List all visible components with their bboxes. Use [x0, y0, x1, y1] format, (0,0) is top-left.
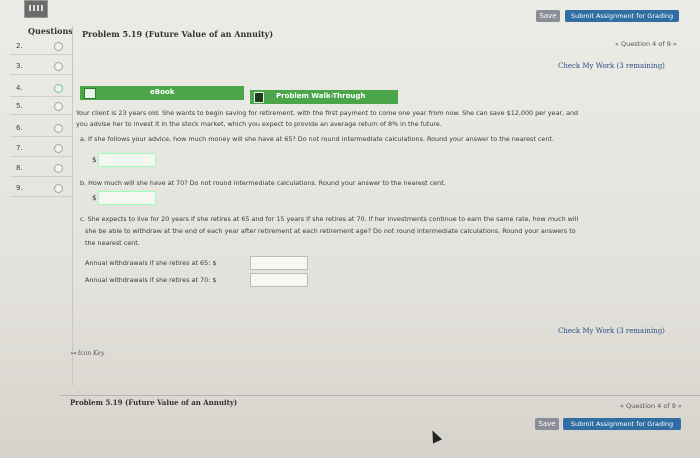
part-c-line-2: she be able to withdraw at the end of ea…	[85, 227, 576, 235]
part-c-line-1: c. She expects to live for 20 years if s…	[80, 215, 579, 223]
part-c-line-3: the nearest cent.	[85, 239, 140, 247]
status-radio-icon	[54, 62, 63, 71]
status-radio-icon	[54, 124, 63, 133]
withdraw-65-label: Annual withdrawals if she retires at 65:…	[85, 259, 217, 267]
save-button[interactable]: Save	[536, 10, 560, 22]
sidebar-item-question-4[interactable]: 4.	[10, 82, 72, 97]
part-b-text: b. How much will she have at 70? Do not …	[80, 179, 446, 187]
status-radio-icon	[54, 144, 63, 153]
sidebar-divider	[72, 26, 73, 386]
answer-a-input[interactable]	[98, 153, 156, 167]
video-icon	[254, 92, 264, 103]
sidebar-item-question-9[interactable]: 9.	[10, 182, 72, 197]
withdraw-70-input[interactable]	[250, 273, 308, 287]
check-my-work-link-bottom[interactable]: Check My Work (3 remaining)	[558, 327, 665, 335]
part-a-text: a. If she follows your advice, how much …	[80, 135, 554, 143]
footer-save-button[interactable]: Save	[535, 418, 559, 430]
tab-walkthrough-label: Problem Walk-Through	[276, 92, 366, 100]
question-number: 8.	[16, 164, 23, 172]
screen: Save Submit Assignment for Grading Quest…	[0, 0, 700, 458]
status-radio-icon	[54, 164, 63, 173]
footer-problem-title: Problem 5.19 (Future Value of an Annuity…	[70, 398, 238, 407]
question-number: 7.	[16, 144, 23, 152]
top-bar: Save Submit Assignment for Grading	[0, 0, 700, 26]
status-radio-icon	[54, 102, 63, 111]
problem-title: Problem 5.19 (Future Value of an Annuity…	[82, 29, 274, 39]
icon-key[interactable]: ⊶ Icon Key	[70, 350, 104, 357]
sidebar-item-question-6[interactable]: 6.	[10, 122, 72, 137]
question-number: 4.	[16, 84, 23, 92]
withdraw-70-label: Annual withdrawals if she retires at 70:…	[85, 276, 217, 284]
sidebar-item-question-3[interactable]: 3.	[10, 60, 72, 75]
question-number: 3.	[16, 62, 23, 70]
key-icon: ⊶	[70, 350, 78, 357]
status-radio-icon	[54, 42, 63, 51]
sidebar-title: Questions	[28, 26, 73, 36]
tab-problem-walkthrough[interactable]: Problem Walk-Through	[250, 90, 398, 104]
answer-b-input[interactable]	[98, 191, 156, 205]
check-my-work-link[interactable]: Check My Work (3 remaining)	[558, 62, 665, 70]
question-intro-line-1: Your client is 23 years old. She wants t…	[76, 109, 579, 117]
tab-ebook-label: eBook	[150, 88, 175, 96]
questions-sidebar: Questions 2. 3. 4. 5. 6. 7. 8. 9.	[10, 26, 73, 206]
footer-divider	[60, 395, 700, 396]
question-navigation[interactable]: « Question 4 of 9 »	[615, 40, 677, 48]
dollar-sign: $	[92, 156, 97, 164]
footer-submit-assignment-button[interactable]: Submit Assignment for Grading	[563, 418, 681, 430]
status-radio-icon	[54, 184, 63, 193]
app-logo-icon	[24, 0, 48, 18]
tab-ebook[interactable]: eBook	[80, 86, 244, 100]
withdraw-65-input[interactable]	[250, 256, 308, 270]
question-number: 5.	[16, 102, 23, 110]
question-intro-line-2: you advise her to invest it in the stock…	[76, 120, 442, 128]
sidebar-item-question-5[interactable]: 5.	[10, 100, 72, 115]
mouse-cursor-icon	[427, 428, 443, 444]
sidebar-item-question-7[interactable]: 7.	[10, 142, 72, 157]
sidebar-item-question-8[interactable]: 8.	[10, 162, 72, 177]
footer-question-navigation[interactable]: « Question 4 of 9 »	[620, 402, 682, 410]
question-number: 6.	[16, 124, 23, 132]
ebook-icon	[84, 88, 96, 99]
status-radio-icon	[54, 84, 63, 93]
sidebar-item-question-2[interactable]: 2.	[10, 40, 72, 55]
dollar-sign: $	[92, 194, 97, 202]
question-number: 9.	[16, 184, 23, 192]
icon-key-label: Icon Key	[77, 350, 105, 357]
question-number: 2.	[16, 42, 23, 50]
submit-assignment-button[interactable]: Submit Assignment for Grading	[565, 10, 679, 22]
